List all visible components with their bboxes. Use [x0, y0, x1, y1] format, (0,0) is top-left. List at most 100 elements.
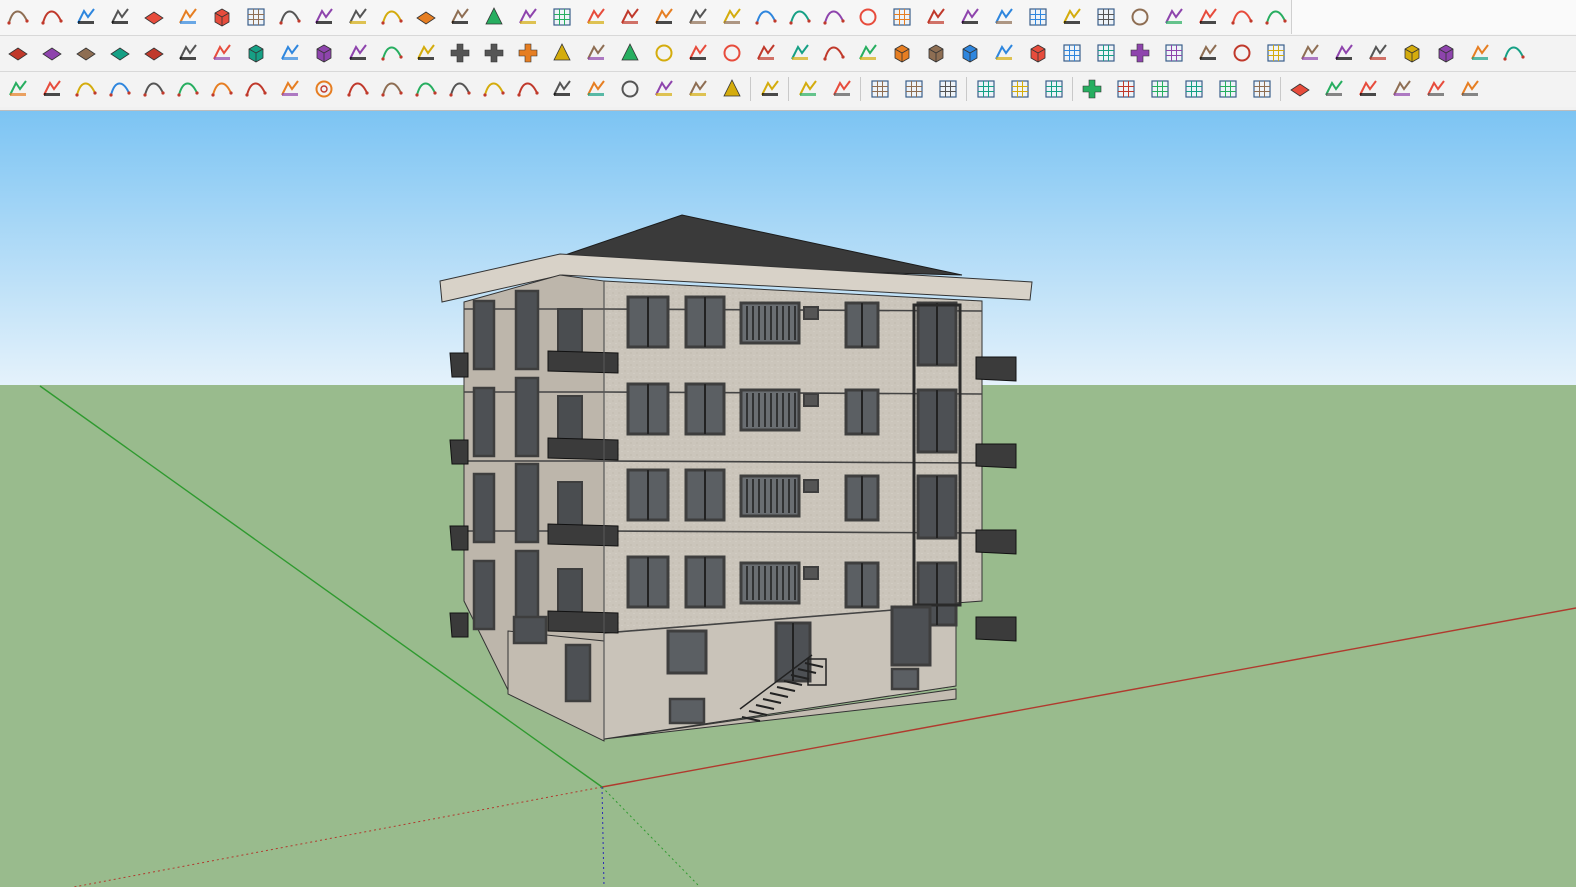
gray-hook-icon[interactable]	[1501, 40, 1527, 66]
ball-wire-icon[interactable]	[1127, 4, 1153, 30]
yellow-spiral-icon[interactable]	[651, 40, 677, 66]
wave-icon[interactable]	[175, 76, 201, 102]
pink-cube-icon[interactable]	[957, 40, 983, 66]
green-roof-icon[interactable]	[719, 76, 745, 102]
comb-shape-icon[interactable]	[1195, 4, 1221, 30]
point-chain-icon[interactable]	[413, 40, 439, 66]
knife-icon[interactable]	[1297, 40, 1323, 66]
dashed-circle-icon[interactable]	[1229, 40, 1255, 66]
trees-icon[interactable]	[583, 40, 609, 66]
zigzag-icon[interactable]	[107, 76, 133, 102]
fence-panel-icon[interactable]	[1093, 4, 1119, 30]
squiggle-icon[interactable]	[209, 76, 235, 102]
cone-teal-icon[interactable]	[549, 40, 575, 66]
pleated-panel-icon[interactable]	[1059, 4, 1085, 30]
green-cross-icon[interactable]	[481, 40, 507, 66]
angle-line-icon[interactable]	[379, 4, 405, 30]
align-lines-icon[interactable]	[867, 76, 893, 102]
cage-frame-icon[interactable]	[991, 4, 1017, 30]
extrude-box-icon[interactable]	[209, 4, 235, 30]
arch-curve-icon[interactable]	[73, 76, 99, 102]
scene-canvas[interactable]	[0, 111, 1576, 887]
measure-icon[interactable]	[1331, 40, 1357, 66]
spiral-stair-icon[interactable]	[855, 4, 881, 30]
flag-shape-icon[interactable]	[957, 4, 983, 30]
hook-curve-icon[interactable]	[413, 76, 439, 102]
cone-icon[interactable]	[481, 4, 507, 30]
chamfer-icon[interactable]	[345, 4, 371, 30]
window-frame-icon[interactable]	[1059, 40, 1085, 66]
slab-icon[interactable]	[719, 4, 745, 30]
spiral-icon[interactable]	[311, 76, 337, 102]
blue-cross-icon[interactable]	[515, 40, 541, 66]
paste-icon[interactable]	[1457, 76, 1483, 102]
component-grid-icon[interactable]	[1263, 40, 1289, 66]
red-corner-icon[interactable]	[209, 40, 235, 66]
speaker-shape-icon[interactable]	[651, 4, 677, 30]
column-grid-icon[interactable]	[549, 4, 575, 30]
orange-knot-icon[interactable]	[685, 40, 711, 66]
align-remove-icon[interactable]	[935, 76, 961, 102]
offset-surface-icon[interactable]	[141, 4, 167, 30]
cross-grid-icon[interactable]	[1079, 76, 1105, 102]
paint-swirl-icon[interactable]	[1365, 40, 1391, 66]
window-grid-icon[interactable]	[1181, 76, 1207, 102]
red-cube-icon[interactable]	[923, 40, 949, 66]
brown-prism-icon[interactable]	[1399, 40, 1425, 66]
checker-icon[interactable]	[1389, 76, 1415, 102]
3d-viewport[interactable]	[0, 111, 1576, 887]
mesh-grid-icon[interactable]	[1113, 76, 1139, 102]
push-pull-curve-icon[interactable]	[277, 4, 303, 30]
tile-stack-icon[interactable]	[1287, 76, 1313, 102]
fillet-icon[interactable]	[311, 4, 337, 30]
quarter-arc-icon[interactable]	[379, 40, 405, 66]
brown-bucket-icon[interactable]	[787, 40, 813, 66]
red-face-icon[interactable]	[107, 40, 133, 66]
polygon-icon[interactable]	[549, 76, 575, 102]
dash-add-icon[interactable]	[1007, 76, 1033, 102]
red-cross-icon[interactable]	[447, 40, 473, 66]
yellow-face-icon[interactable]	[39, 40, 65, 66]
orange-rotate-icon[interactable]	[175, 40, 201, 66]
truss-icon[interactable]	[447, 4, 473, 30]
red-arc-icon[interactable]	[481, 76, 507, 102]
leaf-shape-icon[interactable]	[617, 4, 643, 30]
twig-lines-icon[interactable]	[787, 4, 813, 30]
brown-box-icon[interactable]	[311, 40, 337, 66]
white-flag-icon[interactable]	[277, 40, 303, 66]
window-blue-icon[interactable]	[1215, 76, 1241, 102]
branch-lines-icon[interactable]	[753, 4, 779, 30]
red-circle-icon[interactable]	[617, 76, 643, 102]
move-arrows-icon[interactable]	[753, 40, 779, 66]
dash-remove-icon[interactable]	[1041, 76, 1067, 102]
geodesic-icon[interactable]	[39, 76, 65, 102]
red-box-icon[interactable]	[243, 40, 269, 66]
hand-icon[interactable]	[583, 4, 609, 30]
link-icon[interactable]	[345, 40, 371, 66]
scissors-cut-icon[interactable]	[73, 4, 99, 30]
fork-lines-icon[interactable]	[821, 4, 847, 30]
house-outline-icon[interactable]	[1263, 4, 1289, 30]
paint-bucket-icon[interactable]	[5, 76, 31, 102]
wrench-icon[interactable]	[583, 76, 609, 102]
select-arrow-icon[interactable]	[757, 76, 783, 102]
red-pie-icon[interactable]	[651, 76, 677, 102]
polyline-red-icon[interactable]	[39, 4, 65, 30]
brick-icon[interactable]	[1321, 76, 1347, 102]
rectangle-icon[interactable]	[277, 76, 303, 102]
apartment-building-model[interactable]	[439, 214, 1033, 742]
gray-cube-icon[interactable]	[889, 40, 915, 66]
bars-icon[interactable]	[515, 4, 541, 30]
window-split-icon[interactable]	[1249, 76, 1275, 102]
pattern-cubes-icon[interactable]	[1025, 40, 1051, 66]
grid-face-icon[interactable]	[141, 40, 167, 66]
blue-cylinder-icon[interactable]	[1467, 40, 1493, 66]
orange-cross-tile-icon[interactable]	[1127, 40, 1153, 66]
scatter-dots-icon[interactable]	[1195, 40, 1221, 66]
red-undo-curve-icon[interactable]	[821, 40, 847, 66]
copy-icon[interactable]	[1423, 76, 1449, 102]
twisted-shape-icon[interactable]	[1161, 4, 1187, 30]
bezier-curve-icon[interactable]	[5, 4, 31, 30]
gold-badge-icon[interactable]	[991, 40, 1017, 66]
align-add-icon[interactable]	[901, 76, 927, 102]
